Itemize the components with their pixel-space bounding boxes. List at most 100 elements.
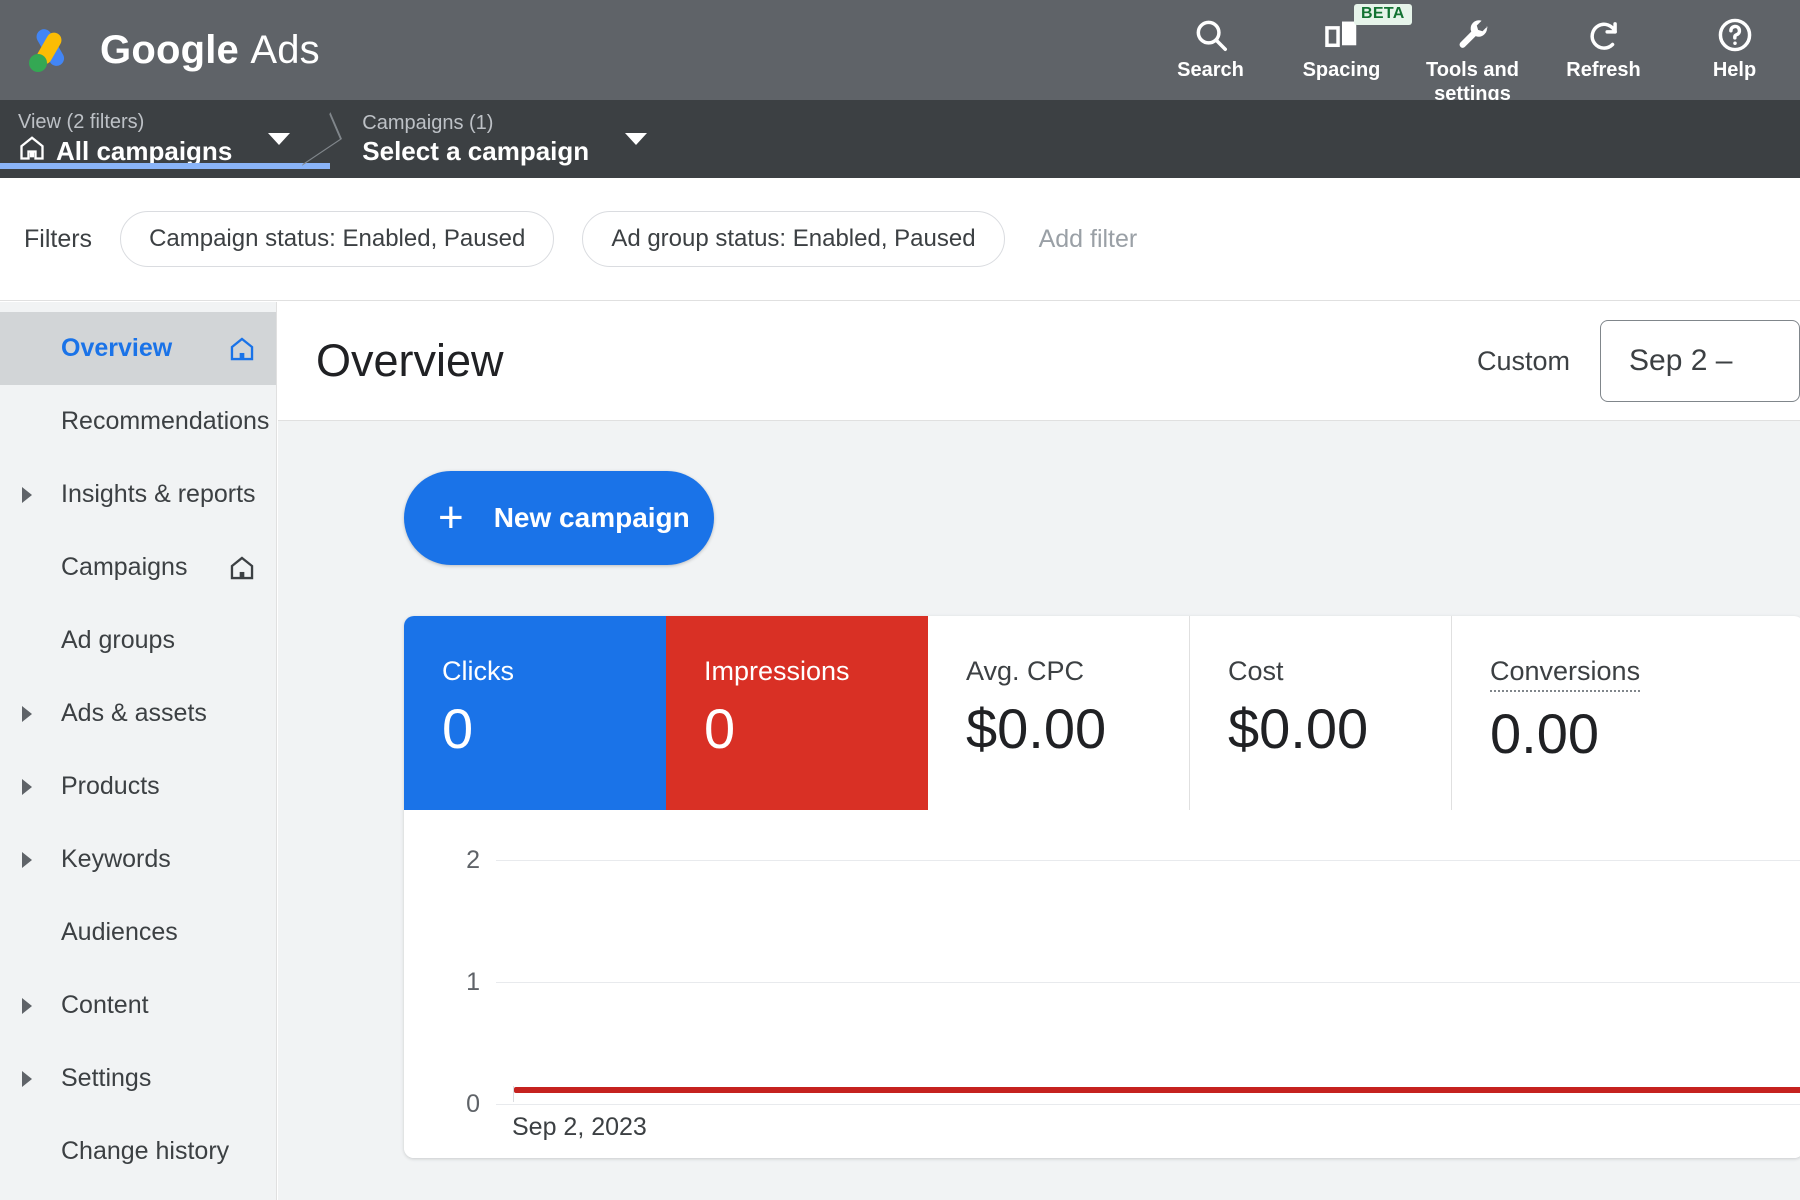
search-icon (1192, 14, 1230, 56)
sidebar-item-audiences[interactable]: Audiences (0, 896, 276, 969)
metric-card-avg-cpc[interactable]: Avg. CPC $0.00 (928, 616, 1190, 810)
chart-y-tick-label: 2 (466, 846, 480, 874)
sidebar-item-settings[interactable]: Settings (0, 1042, 276, 1115)
metric-card-cost[interactable]: Cost $0.00 (1190, 616, 1452, 810)
top-action-refresh[interactable]: Refresh (1538, 6, 1669, 100)
sidebar-item-label: Settings (61, 1064, 152, 1092)
sidebar-item-ads-and-assets[interactable]: Ads & assets (0, 677, 276, 750)
sidebar-item-change-history[interactable]: Change history (0, 1115, 276, 1188)
wrench-icon (1454, 14, 1492, 56)
app-header: Google Ads Search BETA Spacing Tools and… (0, 0, 1800, 105)
breadcrumb-item-select-campaign[interactable]: Campaigns (1) Select a campaign (344, 111, 667, 167)
plus-icon: + (438, 493, 464, 542)
add-filter-button[interactable]: Add filter (1039, 225, 1138, 254)
gridline (496, 1104, 1800, 1105)
filters-label: Filters (24, 224, 93, 253)
chart-x-tick-label: Sep 2, 2023 (512, 1113, 647, 1141)
sidebar-item-label: Recommendations (61, 407, 270, 435)
sidebar-item-insights-and-reports[interactable]: Insights & reports (0, 458, 276, 531)
top-action-label: Spacing (1302, 59, 1381, 81)
top-action-search[interactable]: Search (1145, 6, 1276, 100)
breadcrumb: View (2 filters) All campaigns Campaigns… (0, 100, 1800, 178)
breadcrumb-separator-icon (310, 100, 344, 178)
brand[interactable]: Google Ads (0, 22, 320, 78)
sidebar-item-label: Ads & assets (61, 699, 207, 727)
breadcrumb-campaigns-count-label: Campaigns (1) (362, 112, 494, 134)
sidebar-item-label: Audiences (61, 918, 178, 946)
chevron-down-icon[interactable] (625, 133, 648, 145)
breadcrumb-texts: View (2 filters) All campaigns (0, 110, 232, 169)
filter-chip-ad-group-status[interactable]: Ad group status: Enabled, Paused (582, 211, 1005, 267)
expand-arrow-icon[interactable] (22, 487, 42, 503)
sidebar-item-content[interactable]: Content (0, 969, 276, 1042)
sidebar: Overview Recommendations Insights & repo… (0, 302, 277, 1200)
top-action-tools-and-settings[interactable]: Tools and settings (1407, 6, 1538, 106)
sidebar-item-label: Products (61, 772, 160, 800)
performance-panel: Clicks 0 Impressions 0 Avg. CPC $0.00 Co… (404, 616, 1800, 1158)
refresh-icon (1585, 14, 1623, 56)
sidebar-item-recommendations[interactable]: Recommendations (0, 385, 276, 458)
breadcrumb-texts: Campaigns (1) Select a campaign (344, 111, 589, 167)
sidebar-item-overview[interactable]: Overview (0, 312, 276, 385)
metric-card-clicks[interactable]: Clicks 0 (404, 616, 666, 810)
metric-label: Impressions (704, 656, 850, 686)
chart-series-line-impressions (514, 1087, 1800, 1093)
breadcrumb-view-filters-label: View (2 filters) (18, 110, 145, 133)
expand-arrow-icon[interactable] (22, 852, 42, 868)
new-campaign-label: New campaign (493, 502, 690, 533)
metric-value: 0.00 (1490, 702, 1599, 765)
sidebar-item-label: Change history (61, 1137, 230, 1165)
chart-y-tick-label: 1 (466, 968, 480, 996)
metric-card-impressions[interactable]: Impressions 0 (666, 616, 928, 810)
metric-label: Cost (1228, 656, 1284, 686)
breadcrumb-active-underline (0, 162, 330, 169)
sidebar-item-label: Overview (61, 334, 173, 362)
top-action-help[interactable]: Help (1669, 6, 1800, 100)
sidebar-item-products[interactable]: Products (0, 750, 276, 823)
breadcrumb-item-label-row: Select a campaign (362, 135, 589, 167)
date-range-selector: Custom Sep 2 – (1477, 320, 1800, 402)
top-actions: Search BETA Spacing Tools and settings R… (1145, 0, 1800, 105)
gridline (496, 860, 1800, 861)
sidebar-item-campaigns[interactable]: Campaigns (0, 531, 276, 604)
date-preset-label: Custom (1476, 345, 1570, 376)
new-campaign-button[interactable]: + New campaign (404, 471, 714, 565)
filter-chip-campaign-status[interactable]: Campaign status: Enabled, Paused (120, 211, 555, 267)
sidebar-item-label: Content (61, 991, 149, 1019)
sidebar-item-label: Campaigns (61, 553, 188, 581)
breadcrumb-item-all-campaigns[interactable]: View (2 filters) All campaigns (0, 110, 330, 169)
sidebar-item-label: Keywords (61, 845, 171, 873)
chevron-down-icon[interactable] (268, 133, 291, 145)
chart-y-gridline-2: 2 (404, 846, 1800, 875)
sidebar-item-label: Insights & reports (61, 480, 256, 508)
sidebar-item-label: Ad groups (61, 626, 175, 654)
gridline (496, 982, 1800, 983)
sidebar-item-keywords[interactable]: Keywords (0, 823, 276, 896)
metric-value: $0.00 (966, 697, 1107, 760)
brand-title: Google Ads (100, 28, 320, 73)
expand-arrow-icon[interactable] (22, 1071, 42, 1087)
metric-value: $0.00 (1228, 697, 1369, 760)
top-action-spacing[interactable]: BETA Spacing (1276, 4, 1412, 100)
brand-secondary (239, 28, 250, 72)
home-icon (228, 335, 256, 363)
metric-label: Avg. CPC (966, 656, 1085, 686)
top-action-label: Tools and settings (1426, 59, 1519, 105)
top-action-label: Search (1177, 59, 1244, 81)
breadcrumb-item-label: Select a campaign (362, 136, 590, 166)
sidebar-item-ad-groups[interactable]: Ad groups (0, 604, 276, 677)
google-ads-logo-icon (22, 22, 78, 78)
page-header: Overview Custom Sep 2 – (278, 302, 1800, 421)
metric-value: 0 (704, 697, 736, 760)
beta-badge: BETA (1354, 4, 1412, 25)
metric-value: 0 (442, 697, 474, 760)
date-range-input[interactable]: Sep 2 – (1600, 320, 1800, 402)
filter-bar: Filters Campaign status: Enabled, Paused… (0, 178, 1800, 301)
expand-arrow-icon[interactable] (22, 998, 42, 1014)
expand-arrow-icon[interactable] (22, 779, 42, 795)
top-action-label: Refresh (1566, 59, 1641, 81)
brand-secondary-text: Ads (250, 27, 320, 72)
metric-card-conversions[interactable]: Conversions 0.00 (1452, 616, 1714, 810)
chart-y-tick-label: 0 (466, 1090, 480, 1118)
expand-arrow-icon[interactable] (22, 706, 42, 722)
